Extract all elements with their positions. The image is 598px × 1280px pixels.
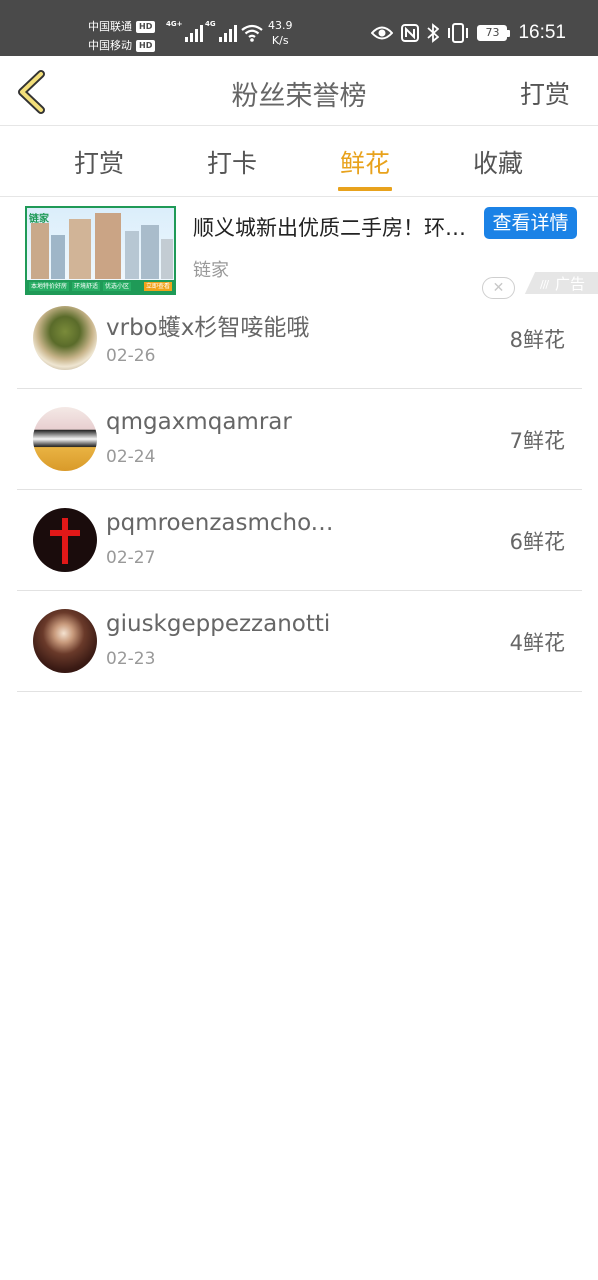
- carrier-2: 中国移动: [88, 39, 132, 52]
- speed-value: 43.9: [268, 19, 293, 32]
- flower-count: 4鲜花: [509, 631, 565, 655]
- ad-banner[interactable]: 链家 本地特价好房 环境舒适 优选小区 立即查看 顺义城新出优质二手房！环境好 …: [0, 198, 598, 302]
- flower-count: 6鲜花: [509, 530, 565, 554]
- wifi-icon: [241, 24, 263, 42]
- avatar[interactable]: [33, 609, 97, 673]
- nfc-icon: [401, 24, 420, 42]
- flower-count: 8鲜花: [509, 328, 565, 352]
- ad-title[interactable]: 顺义城新出优质二手房！环境好: [193, 212, 483, 242]
- ad-source: 链家: [193, 260, 229, 281]
- battery-level: 73: [477, 25, 508, 41]
- carrier-1: 中国联通: [88, 20, 132, 33]
- reward-button[interactable]: 打赏: [520, 75, 570, 111]
- bluetooth-icon: [427, 23, 440, 43]
- user-date: 02-23: [106, 649, 156, 669]
- flower-count: 7鲜花: [509, 429, 565, 453]
- clock: 16:51: [518, 22, 566, 43]
- vibrate-icon: [448, 23, 469, 43]
- status-icons: 73 16:51: [371, 22, 566, 44]
- user-date: 02-27: [106, 548, 156, 568]
- tab-reward[interactable]: 打赏: [54, 144, 144, 180]
- signal-icon: 4G: [205, 20, 237, 42]
- cross-icon: [50, 518, 80, 564]
- tab-favorites[interactable]: 收藏: [453, 144, 543, 180]
- list-item[interactable]: pqmroenzasmchoxyz 02-27 6鲜花: [17, 490, 582, 591]
- tab-flowers[interactable]: 鲜花: [320, 144, 410, 180]
- page-title: 粉丝荣誉榜: [231, 81, 367, 112]
- hd-badge: HD: [136, 39, 156, 52]
- network-type-2: 4G: [205, 20, 216, 28]
- user-name: qmgaxmqamrar: [106, 409, 292, 435]
- user-date: 02-24: [106, 447, 156, 467]
- list-item[interactable]: giuskgeppezzanotti 02-23 4鲜花: [17, 591, 582, 692]
- battery-icon: 73: [477, 25, 511, 41]
- user-name: pqmroenzasmchoxyz: [106, 510, 341, 536]
- ad-image[interactable]: 链家 本地特价好房 环境舒适 优选小区 立即查看: [25, 206, 176, 295]
- hd-badge: HD: [136, 20, 156, 33]
- active-tab-indicator: [338, 187, 392, 191]
- tab-checkin[interactable]: 打卡: [187, 144, 277, 180]
- list-item[interactable]: vrbo蠖x杉智唼能哦 02-26 8鲜花: [17, 288, 582, 389]
- eye-icon: [371, 26, 394, 40]
- nav-bar: 粉丝荣誉榜 打赏: [0, 56, 598, 126]
- fan-ranking-list: vrbo蠖x杉智唼能哦 02-26 8鲜花 qmgaxmqamrar 02-24…: [17, 288, 582, 692]
- ad-details-button[interactable]: 查看详情: [484, 207, 577, 239]
- status-bar: 中国联通 HD 中国移动 HD 4G+ 4G 43.9 K/s 73 16:51: [0, 0, 598, 56]
- signal-icon: 4G+: [166, 20, 204, 42]
- avatar[interactable]: [33, 306, 97, 370]
- list-item[interactable]: qmgaxmqamrar 02-24 7鲜花: [17, 389, 582, 490]
- network-speed: 43.9 K/s: [268, 18, 293, 48]
- user-date: 02-26: [106, 346, 156, 366]
- speed-unit: K/s: [271, 34, 289, 47]
- user-name: vrbo蠖x杉智唼能哦: [106, 315, 310, 341]
- tab-bar: 打赏 打卡 鲜花 收藏: [0, 127, 598, 197]
- avatar[interactable]: [33, 508, 97, 572]
- user-name: giuskgeppezzanotti: [106, 611, 331, 637]
- network-type-1: 4G+: [166, 20, 183, 28]
- avatar[interactable]: [33, 407, 97, 471]
- carrier-info: 中国联通 HD 中国移动 HD: [88, 17, 156, 55]
